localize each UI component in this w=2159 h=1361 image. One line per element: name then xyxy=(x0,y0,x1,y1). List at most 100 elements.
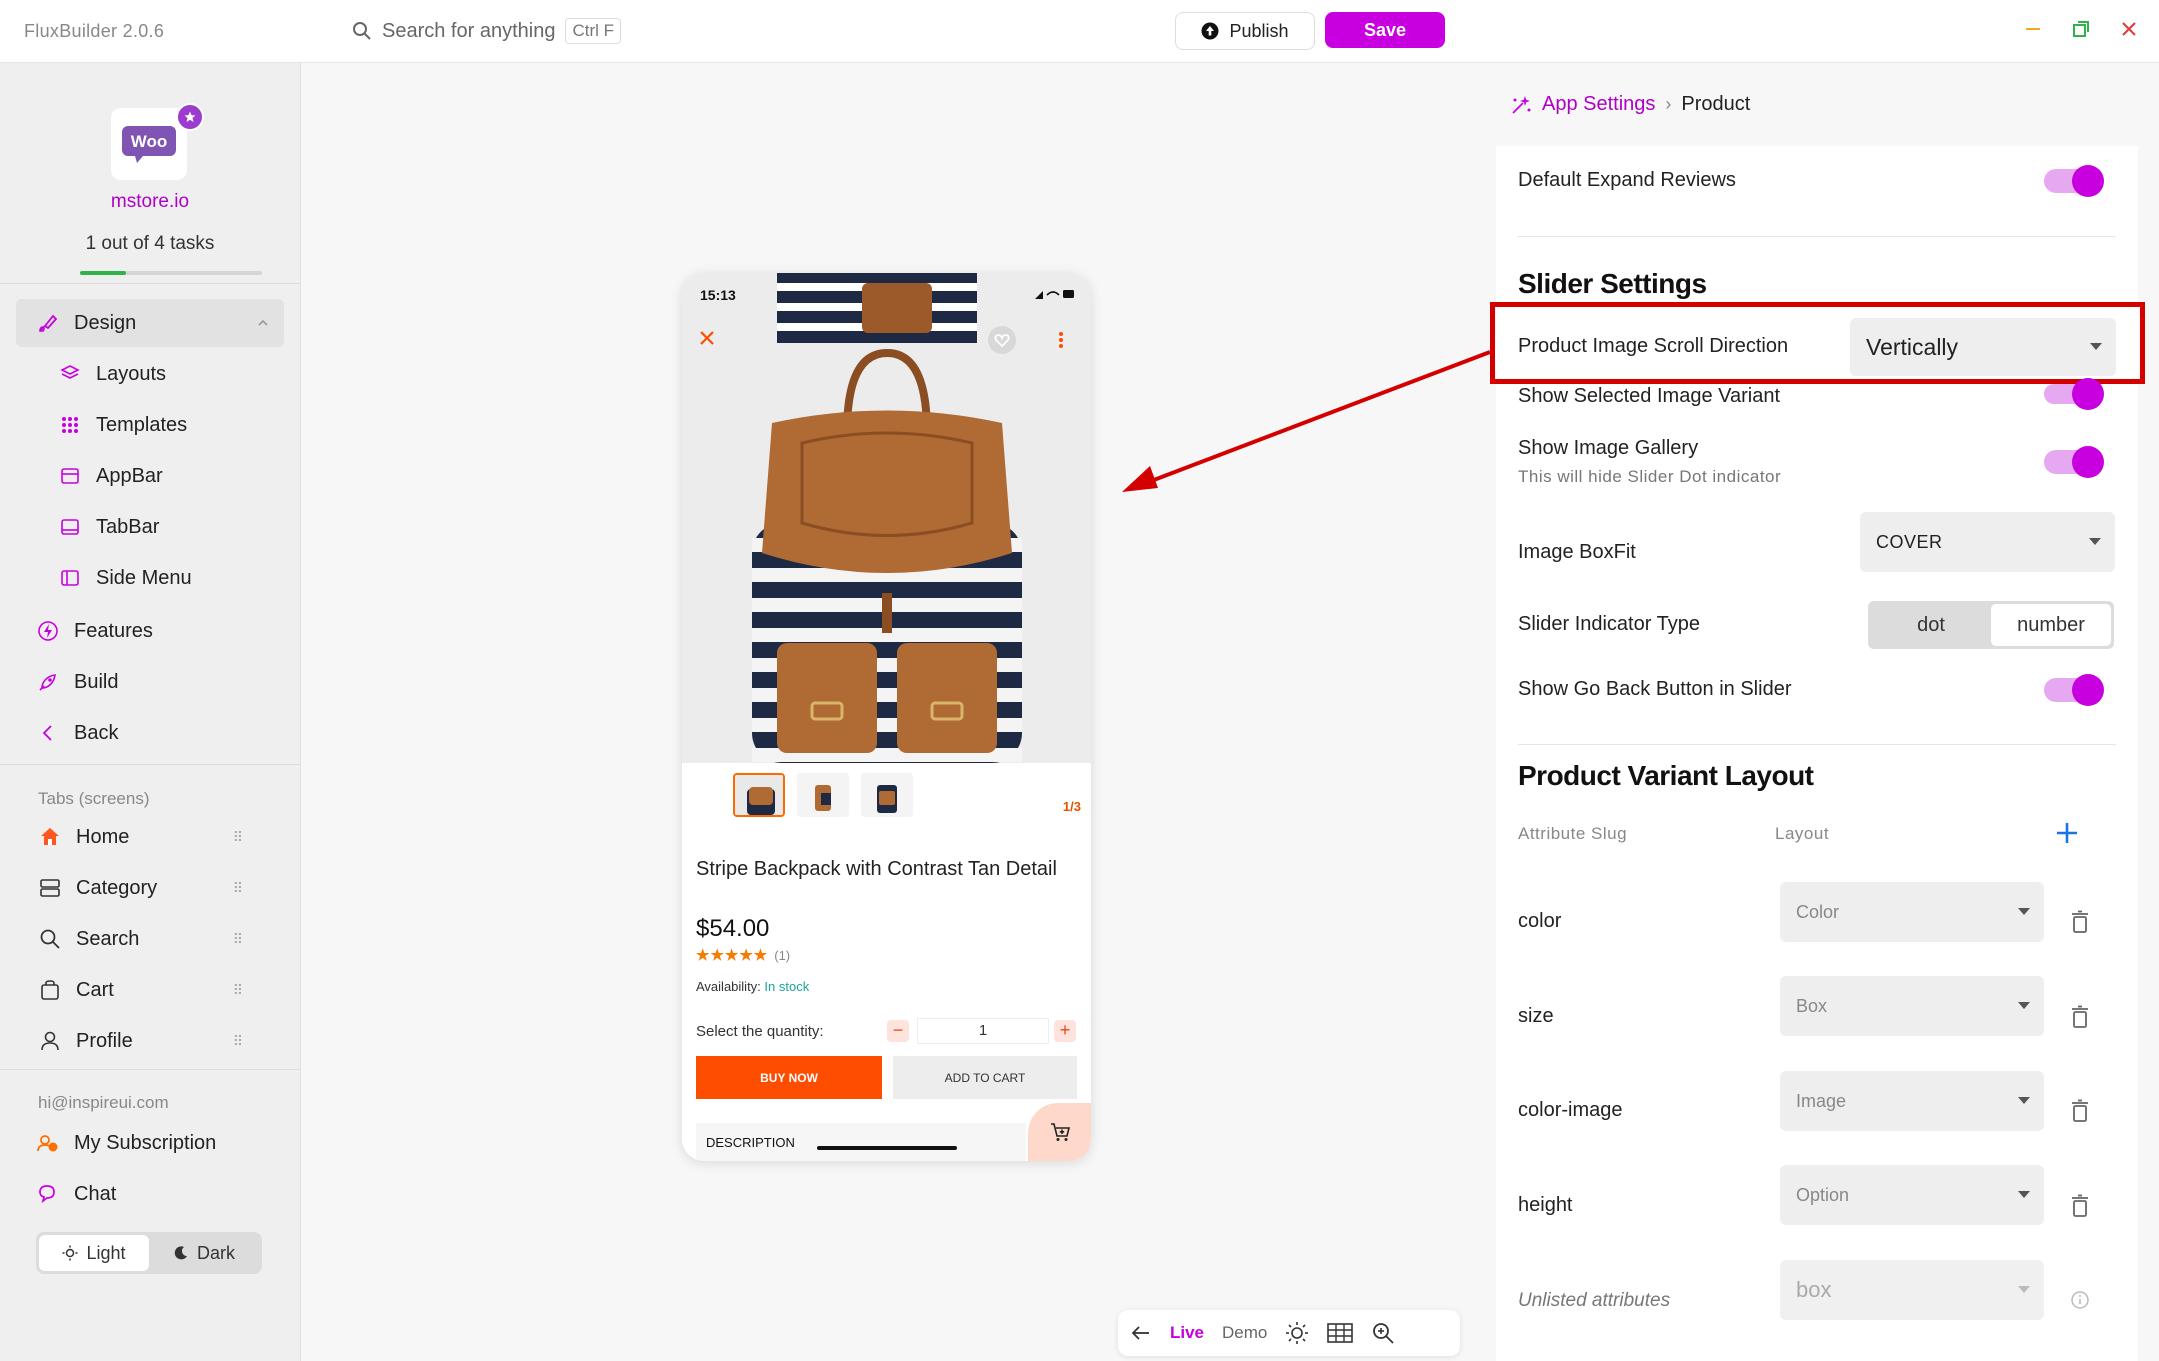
tab-cart[interactable]: Cart ⠿ xyxy=(16,966,284,1014)
show-go-back-toggle[interactable] xyxy=(2044,674,2104,706)
show-image-gallery-description: This will hide Slider Dot indicator xyxy=(1518,467,1782,486)
sidebar-item-chat[interactable]: Chat xyxy=(16,1170,284,1218)
theme-dark-label: Dark xyxy=(196,1242,235,1263)
sidebar-item-tabbar[interactable]: TabBar xyxy=(16,503,284,551)
phone-status-time: 15:13 xyxy=(700,287,736,303)
quantity-increase-button[interactable]: + xyxy=(1054,1020,1076,1042)
indicator-option-dot[interactable]: dot xyxy=(1871,604,1991,646)
store-name[interactable]: mstore.io xyxy=(0,191,300,213)
tasks-progress-bar xyxy=(80,271,262,275)
sun-icon xyxy=(62,1245,78,1261)
sidebar-item-build[interactable]: Build xyxy=(16,658,284,706)
close-button[interactable] xyxy=(2114,14,2144,44)
appbar-icon xyxy=(58,464,82,488)
slider-indicator-segmented[interactable]: dot number xyxy=(1868,601,2114,649)
sidebar-item-appbar[interactable]: AppBar xyxy=(16,452,284,500)
quantity-input[interactable]: 1 xyxy=(917,1018,1049,1044)
sidebar-item-subscription[interactable]: My Subscription xyxy=(16,1119,284,1167)
sidebar-item-templates[interactable]: Templates xyxy=(16,401,284,449)
sidebar-item-back[interactable]: Back xyxy=(16,709,284,757)
brush-icon xyxy=(36,311,60,335)
column-attribute-slug: Attribute Slug xyxy=(1518,824,1628,843)
heart-icon[interactable] xyxy=(987,325,1017,355)
chevron-down-icon xyxy=(2018,1097,2030,1104)
buy-now-button[interactable]: BUY NOW xyxy=(696,1056,882,1099)
product-rating: ★★★★★ (1) xyxy=(696,946,790,964)
show-selected-variant-toggle[interactable] xyxy=(2044,378,2104,410)
variant-slug: color-image xyxy=(1518,1099,1623,1121)
home-icon xyxy=(38,825,62,849)
subscription-icon xyxy=(36,1131,60,1155)
close-icon[interactable] xyxy=(698,329,716,347)
zoom-in-icon[interactable] xyxy=(1371,1321,1395,1345)
sidebar-item-layouts[interactable]: Layouts xyxy=(16,350,284,398)
review-count: (1) xyxy=(774,948,791,963)
live-mode-button[interactable]: Live xyxy=(1170,1323,1204,1343)
variant-slug: height xyxy=(1518,1194,1573,1216)
phone-preview[interactable]: 15:13 1/3 Stripe Backpack with Contrast … xyxy=(682,273,1091,1161)
sidebar-item-design[interactable]: Design xyxy=(16,299,284,347)
variant-layout-select[interactable]: Color xyxy=(1780,882,2044,942)
product-image[interactable]: 15:13 xyxy=(682,273,1091,763)
tab-home[interactable]: Home ⠿ xyxy=(16,813,284,861)
demo-mode-button[interactable]: Demo xyxy=(1222,1323,1267,1343)
layers-icon xyxy=(58,362,82,386)
arrow-left-icon[interactable] xyxy=(1130,1322,1152,1344)
sidebar-item-side-menu[interactable]: Side Menu xyxy=(16,554,284,602)
more-vertical-icon[interactable] xyxy=(1058,331,1064,349)
sidebar-item-features[interactable]: Features xyxy=(16,607,284,655)
variant-layout-select[interactable]: Box xyxy=(1780,976,2044,1036)
theme-light-label: Light xyxy=(86,1242,126,1263)
tab-profile[interactable]: Profile ⠿ xyxy=(16,1017,284,1065)
search-icon xyxy=(352,21,372,41)
drag-handle-icon[interactable]: ⠿ xyxy=(233,829,244,846)
cart-fab[interactable] xyxy=(1028,1103,1091,1161)
tasks-progress-fill xyxy=(80,271,126,275)
breadcrumb-app-settings[interactable]: App Settings xyxy=(1542,93,1655,116)
divider xyxy=(1518,744,2116,745)
indicator-option-number[interactable]: number xyxy=(1991,604,2111,646)
publish-button[interactable]: Publish xyxy=(1175,12,1315,50)
maximize-button[interactable] xyxy=(2066,14,2096,44)
info-icon[interactable] xyxy=(2070,1290,2090,1310)
delete-icon[interactable] xyxy=(2070,1005,2090,1029)
save-button[interactable]: Save xyxy=(1325,12,1445,48)
variant-layout-select[interactable]: Image xyxy=(1780,1071,2044,1131)
delete-icon[interactable] xyxy=(2070,910,2090,934)
delete-icon[interactable] xyxy=(2070,1099,2090,1123)
drag-handle-icon[interactable]: ⠿ xyxy=(233,880,244,897)
drag-handle-icon[interactable]: ⠿ xyxy=(233,982,244,999)
theme-toggle[interactable]: Light Dark xyxy=(36,1232,262,1274)
tab-search[interactable]: Search ⠿ xyxy=(16,915,284,963)
tab-category[interactable]: Category ⠿ xyxy=(16,864,284,912)
drag-handle-icon[interactable]: ⠿ xyxy=(233,1033,244,1050)
quantity-decrease-button[interactable]: − xyxy=(887,1020,909,1042)
theme-light-option[interactable]: Light xyxy=(39,1235,149,1271)
sidebar-item-label: Build xyxy=(74,670,119,693)
variant-layout-select[interactable]: Option xyxy=(1780,1165,2044,1225)
brightness-icon[interactable] xyxy=(1285,1321,1309,1345)
thumbnail-1[interactable] xyxy=(733,773,785,817)
publish-label: Publish xyxy=(1229,20,1289,41)
grid-icon[interactable] xyxy=(1327,1322,1354,1344)
global-search[interactable]: Search for anything Ctrl F xyxy=(352,14,621,48)
tab-label: Home xyxy=(76,825,130,848)
chevron-down-icon xyxy=(2018,1002,2030,1009)
title-bar: FluxBuilder 2.0.6 Search for anything Ct… xyxy=(0,0,2159,63)
delete-icon[interactable] xyxy=(2070,1194,2090,1218)
show-image-gallery-toggle[interactable] xyxy=(2044,446,2104,478)
sidebar-item-label: Side Menu xyxy=(96,566,192,589)
description-tab[interactable]: DESCRIPTION xyxy=(696,1123,1026,1161)
add-to-cart-button[interactable]: ADD TO CART xyxy=(893,1056,1077,1099)
thumbnail-3[interactable] xyxy=(861,773,913,817)
rating-stars: ★★★★★ xyxy=(696,947,769,964)
default-expand-reviews-toggle[interactable] xyxy=(2044,165,2104,197)
unlisted-layout-select[interactable]: box xyxy=(1780,1260,2044,1320)
image-boxfit-select[interactable]: COVER xyxy=(1860,512,2115,572)
drag-handle-icon[interactable]: ⠿ xyxy=(233,931,244,948)
theme-dark-option[interactable]: Dark xyxy=(149,1235,259,1271)
add-variant-button[interactable] xyxy=(2054,820,2080,846)
minimize-button[interactable] xyxy=(2018,14,2048,44)
thumbnail-2[interactable] xyxy=(797,773,849,817)
upload-icon xyxy=(1201,22,1219,40)
